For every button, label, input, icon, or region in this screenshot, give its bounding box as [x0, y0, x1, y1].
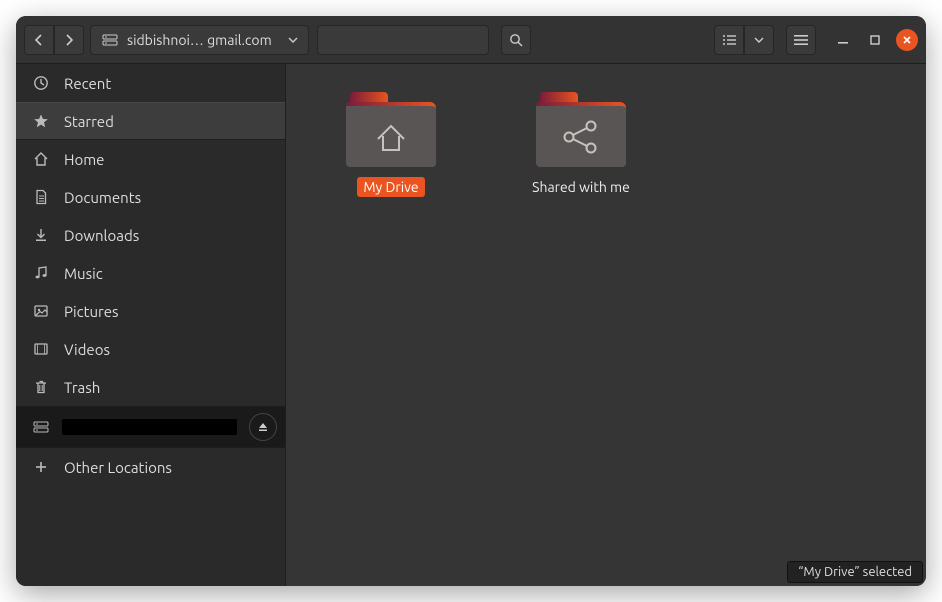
- status-bar: “My Drive” selected: [787, 561, 923, 583]
- trash-icon: [32, 378, 50, 396]
- folder-icon: [536, 92, 626, 167]
- file-manager-window: sidbishnoi… gmail.com: [16, 16, 926, 586]
- clock-icon: [32, 74, 50, 92]
- sidebar-mount-row[interactable]: [16, 407, 285, 447]
- path-button[interactable]: sidbishnoi… gmail.com: [90, 25, 309, 55]
- star-icon: [32, 112, 50, 130]
- minimize-button[interactable]: [832, 29, 854, 51]
- sidebar-item-downloads[interactable]: Downloads: [16, 216, 285, 254]
- window-controls: [832, 29, 918, 51]
- sidebar-item-label: Other Locations: [64, 459, 172, 476]
- folder-icon: [346, 92, 436, 167]
- view-dropdown-button[interactable]: [744, 25, 774, 55]
- sidebar-item-trash[interactable]: Trash: [16, 368, 285, 406]
- sidebar-item-pictures[interactable]: Pictures: [16, 292, 285, 330]
- sidebar-item-recent[interactable]: Recent: [16, 64, 285, 102]
- sidebar-item-label: Home: [64, 151, 104, 168]
- maximize-button[interactable]: [864, 29, 886, 51]
- eject-button[interactable]: [249, 413, 277, 441]
- search-button[interactable]: [501, 25, 531, 55]
- sidebar-item-label: Starred: [64, 113, 114, 130]
- sidebar-item-label: Pictures: [64, 303, 119, 320]
- main-pane[interactable]: My Drive Shared with me “My Drive” select…: [286, 64, 926, 586]
- sidebar: Recent Starred Home Documents Downloads Music…: [16, 64, 286, 586]
- sidebar-item-videos[interactable]: Videos: [16, 330, 285, 368]
- download-icon: [32, 226, 50, 244]
- picture-icon: [32, 302, 50, 320]
- folder-label: My Drive: [357, 177, 424, 197]
- hamburger-menu-button[interactable]: [786, 25, 816, 55]
- drive-icon: [32, 418, 50, 436]
- location-bar[interactable]: [317, 25, 490, 55]
- folder-item[interactable]: My Drive: [326, 92, 456, 197]
- close-button[interactable]: [896, 29, 918, 51]
- sidebar-item-label: Music: [64, 265, 103, 282]
- path-label: sidbishnoi… gmail.com: [127, 32, 272, 48]
- sidebar-item-label: Recent: [64, 75, 111, 92]
- status-text: “My Drive” selected: [798, 565, 912, 579]
- sidebar-item-other-locations[interactable]: Other Locations: [16, 448, 285, 486]
- window-body: Recent Starred Home Documents Downloads Music…: [16, 64, 926, 586]
- folder-grid: My Drive Shared with me: [286, 64, 926, 225]
- list-view-button[interactable]: [714, 25, 744, 55]
- sidebar-item-documents[interactable]: Documents: [16, 178, 285, 216]
- nav-buttons: [24, 25, 84, 55]
- folder-item[interactable]: Shared with me: [516, 92, 646, 197]
- sidebar-item-music[interactable]: Music: [16, 254, 285, 292]
- home-icon: [32, 150, 50, 168]
- sidebar-item-home[interactable]: Home: [16, 140, 285, 178]
- sidebar-item-label: Trash: [64, 379, 100, 396]
- chevron-down-icon: [288, 36, 298, 44]
- forward-button[interactable]: [54, 25, 84, 55]
- folder-label: Shared with me: [526, 177, 636, 197]
- sidebar-item-label: Downloads: [64, 227, 139, 244]
- sidebar-item-label: Documents: [64, 189, 141, 206]
- sidebar-item-label: Videos: [64, 341, 110, 358]
- music-icon: [32, 264, 50, 282]
- video-icon: [32, 340, 50, 358]
- doc-icon: [32, 188, 50, 206]
- titlebar: sidbishnoi… gmail.com: [16, 16, 926, 64]
- drive-icon: [101, 31, 119, 49]
- back-button[interactable]: [24, 25, 54, 55]
- view-buttons: [714, 25, 774, 55]
- mount-label-redacted: [62, 419, 237, 435]
- plus-icon: [32, 458, 50, 476]
- sidebar-item-starred[interactable]: Starred: [16, 102, 285, 140]
